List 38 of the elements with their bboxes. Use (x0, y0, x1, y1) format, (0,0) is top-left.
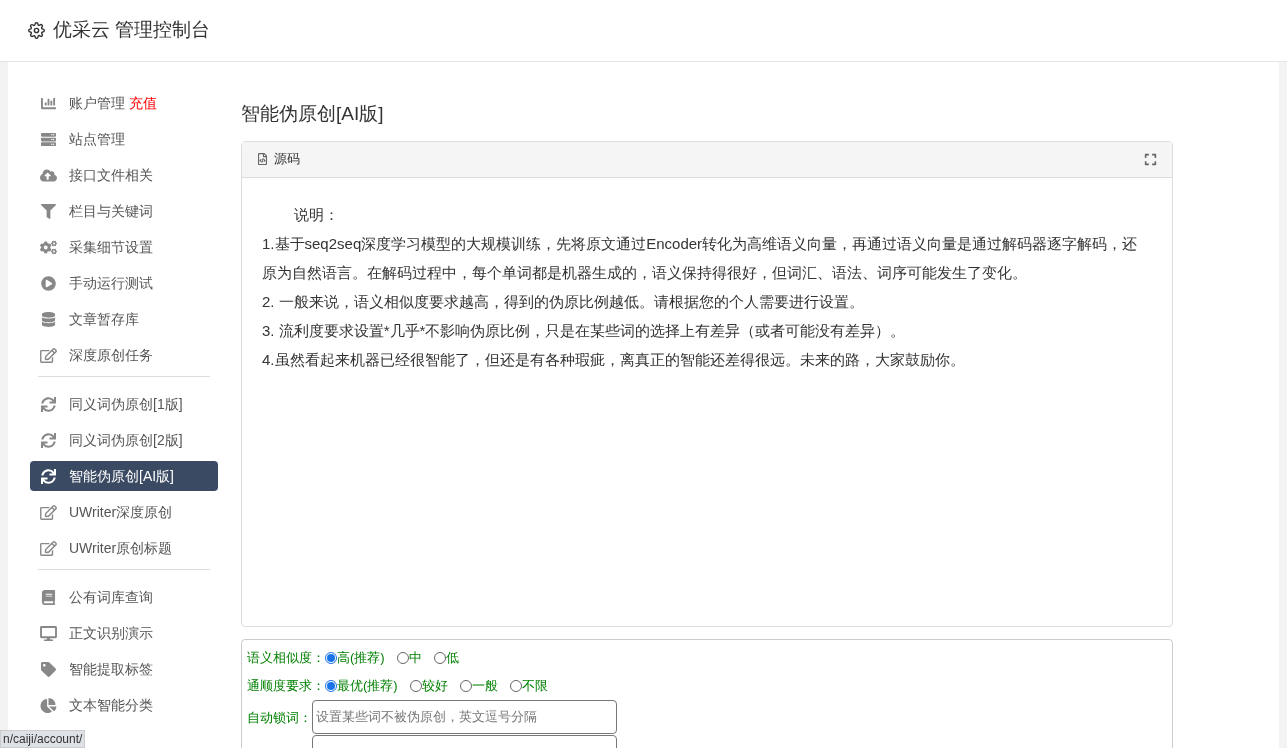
recharge-link[interactable]: 充值 (129, 92, 157, 114)
sidebar-item[interactable]: 账户管理 充值 (30, 88, 218, 118)
lock-words-label: 自动锁词： (247, 708, 312, 727)
option-label: 通顺度要求： (247, 676, 325, 695)
source-tab[interactable]: 源码 (274, 149, 300, 169)
radio-option[interactable]: 高(推荐) (325, 647, 385, 668)
sidebar-item[interactable]: 智能伪原创[AI版] (30, 461, 218, 491)
option-label: 语义相似度： (247, 648, 325, 667)
sidebar-item[interactable]: 接口文件相关 (30, 160, 218, 190)
lock-words-field[interactable]: 设置某些词不被伪原创，英文逗号分隔 (312, 699, 617, 734)
sidebar-item[interactable]: 文本智能分类 (30, 690, 218, 720)
sidebar-item[interactable]: UWriter原创标题 (30, 533, 218, 563)
sidebar-item[interactable]: 公有词库查询 (30, 582, 218, 612)
sidebar-item[interactable]: UWriter深度原创 (30, 497, 218, 527)
page-title: 智能伪原创[AI版] (241, 102, 385, 126)
radio-option[interactable]: 中 (396, 647, 422, 668)
editor-text-line: 2. 一般来说，语义相似度要求越高，得到的伪原比例越低。请根据您的个人需要进行设置。 (262, 291, 865, 312)
radio-option[interactable]: 一般 (459, 675, 498, 696)
radio-option[interactable]: 低 (433, 647, 459, 668)
sidebar-item[interactable]: 采集细节设置 (30, 232, 218, 262)
status-url-tooltip: n/caiji/account/ (0, 730, 86, 748)
editor-text-line: 4.虽然看起来机器已经很智能了，但还是有各种瑕疵，离真正的智能还差得很远。未来的路，大家鼓励你。 (262, 349, 966, 370)
editor-text-line: 说明： (293, 204, 340, 225)
console-title: 优采云 管理控制台 (53, 18, 211, 43)
sidebar-item[interactable]: 智能提取标签 (30, 654, 218, 684)
radio-option[interactable]: 最优(推荐) (325, 675, 398, 696)
sidebar-item[interactable]: 正文识别演示 (30, 618, 218, 648)
radio-option[interactable]: 不限 (509, 675, 548, 696)
sidebar-item[interactable]: 站点管理 (30, 124, 218, 154)
sidebar-item[interactable]: 同义词伪原创[2版] (30, 425, 218, 455)
editor-text-line: 1.基于seq2seq深度学习模型的大规模训练，先将原文通过Encoder转化为高维语义向量，再通过语义向量是通过解码器逐字解码，还原为自然语言。在解码过程中，每个单词都是机器生成的，语义保持得很好，但词汇、语法、词序可能发生了变化。 (262, 233, 1139, 283)
sidebar-item[interactable]: 同义词伪原创[1版] (30, 389, 218, 419)
sidebar-item[interactable]: 深度原创任务 (30, 340, 218, 370)
editor-text-line: 3. 流利度要求设置*几乎*不影响伪原比例，只是在某些词的选择上有差异（或者可能没有差异）。 (262, 320, 907, 341)
sidebar-item[interactable]: 文章暂存库 (30, 304, 218, 334)
sidebar-item[interactable]: 手动运行测试 (30, 268, 218, 298)
sidebar-item[interactable]: 栏目与关键词 (30, 196, 218, 226)
radio-option[interactable]: 较好 (409, 675, 448, 696)
